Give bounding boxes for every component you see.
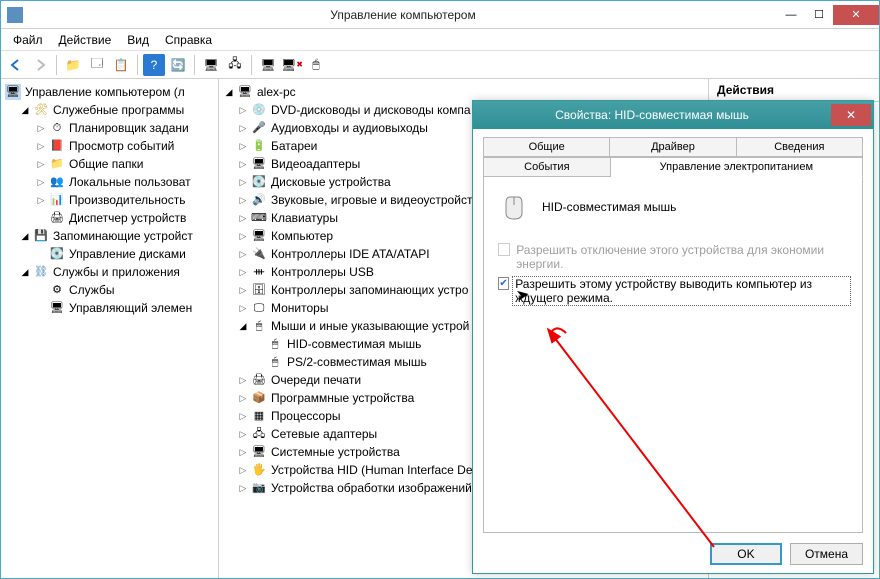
tree-shared-folders[interactable]: ▷📁Общие папки xyxy=(1,155,218,173)
tree-event-viewer[interactable]: ▷📕Просмотр событий xyxy=(1,137,218,155)
tree-storage[interactable]: ◢💾Запоминающие устройст xyxy=(1,227,218,245)
dialog-titlebar: Свойства: HID-совместимая мышь ✕ xyxy=(473,101,873,129)
forward-icon[interactable] xyxy=(29,54,51,76)
mouse-icon xyxy=(498,191,530,223)
annotation-arrow xyxy=(544,327,734,557)
tab-general[interactable]: Общие xyxy=(483,137,610,157)
tree-services[interactable]: ⚙Службы xyxy=(1,281,218,299)
dialog-title: Свойства: HID-совместимая мышь xyxy=(473,108,831,122)
menu-file[interactable]: Файл xyxy=(5,31,51,49)
tab-details[interactable]: Сведения xyxy=(737,137,863,157)
checkbox-allow-wake[interactable]: ✔ Разрешить этому устройству выводить ко… xyxy=(498,277,848,305)
app-icon xyxy=(7,7,23,23)
tree-system-tools[interactable]: ◢🛠Служебные программы xyxy=(1,101,218,119)
device-root[interactable]: ◢🖥alex-pc xyxy=(219,83,708,101)
tabset: Общие Драйвер Сведения События Управлени… xyxy=(483,137,863,177)
properties-dialog: Свойства: HID-совместимая мышь ✕ Общие Д… xyxy=(472,100,874,574)
tab-power-management[interactable]: Управление электропитанием xyxy=(611,157,863,177)
help-icon[interactable]: ? xyxy=(143,54,165,76)
menu-help[interactable]: Справка xyxy=(157,31,220,49)
close-button[interactable]: ✕ xyxy=(833,5,879,25)
list-icon[interactable]: 📋 xyxy=(110,54,132,76)
tab-content: HID-совместимая мышь Разрешить отключени… xyxy=(483,177,863,533)
menubar: Файл Действие Вид Справка xyxy=(1,29,879,51)
maximize-button[interactable]: ☐ xyxy=(805,5,833,25)
checkbox-icon[interactable]: ✔ xyxy=(498,277,509,290)
menu-action[interactable]: Действие xyxy=(51,31,120,49)
actions-header: Действия xyxy=(709,79,879,102)
folder-up-icon[interactable]: 📁 xyxy=(62,54,84,76)
tree-local-users[interactable]: ▷👥Локальные пользоват xyxy=(1,173,218,191)
properties-icon[interactable]: 🗔 xyxy=(86,54,108,76)
tree-disk-management[interactable]: 💽Управление дисками xyxy=(1,245,218,263)
tree-task-scheduler[interactable]: ▷⏱Планировщик задани xyxy=(1,119,218,137)
tab-driver[interactable]: Драйвер xyxy=(610,137,736,157)
minimize-button[interactable]: — xyxy=(777,5,805,25)
scan-icon[interactable]: 🖥 xyxy=(257,54,279,76)
dialog-close-button[interactable]: ✕ xyxy=(831,104,871,126)
tree-services-apps[interactable]: ◢⛓Службы и приложения xyxy=(1,263,218,281)
checkbox-icon xyxy=(498,243,510,256)
titlebar: Управление компьютером — ☐ ✕ xyxy=(1,1,879,29)
tree-icon[interactable]: 🖧 xyxy=(224,54,246,76)
refresh-icon[interactable]: 🔄 xyxy=(167,54,189,76)
tree-performance[interactable]: ▷📊Производительность xyxy=(1,191,218,209)
toolbar: 📁 🗔 📋 ? 🔄 🖥 🖧 🖥 🖥✖ 🖱 xyxy=(1,51,879,79)
tree-wmi-control[interactable]: 🖥Управляющий элемен xyxy=(1,299,218,317)
checkbox-allow-poweroff: Разрешить отключение этого устройства дл… xyxy=(498,243,848,271)
back-icon[interactable] xyxy=(5,54,27,76)
device-icon[interactable]: 🖱 xyxy=(305,54,327,76)
tab-events[interactable]: События xyxy=(483,157,611,177)
tree-device-manager[interactable]: 🖨Диспетчер устройств xyxy=(1,209,218,227)
cancel-button[interactable]: Отмена xyxy=(790,543,863,565)
tree-root[interactable]: 🖥Управление компьютером (л xyxy=(1,83,218,101)
monitor-icon[interactable]: 🖥 xyxy=(200,54,222,76)
device-name-label: HID-совместимая мышь xyxy=(542,200,676,214)
ok-button[interactable]: OK xyxy=(710,543,782,565)
menu-view[interactable]: Вид xyxy=(119,31,157,49)
remove-icon[interactable]: 🖥✖ xyxy=(281,54,303,76)
window-title: Управление компьютером xyxy=(29,8,777,22)
left-tree-pane: 🖥Управление компьютером (л ◢🛠Служебные п… xyxy=(1,79,219,578)
